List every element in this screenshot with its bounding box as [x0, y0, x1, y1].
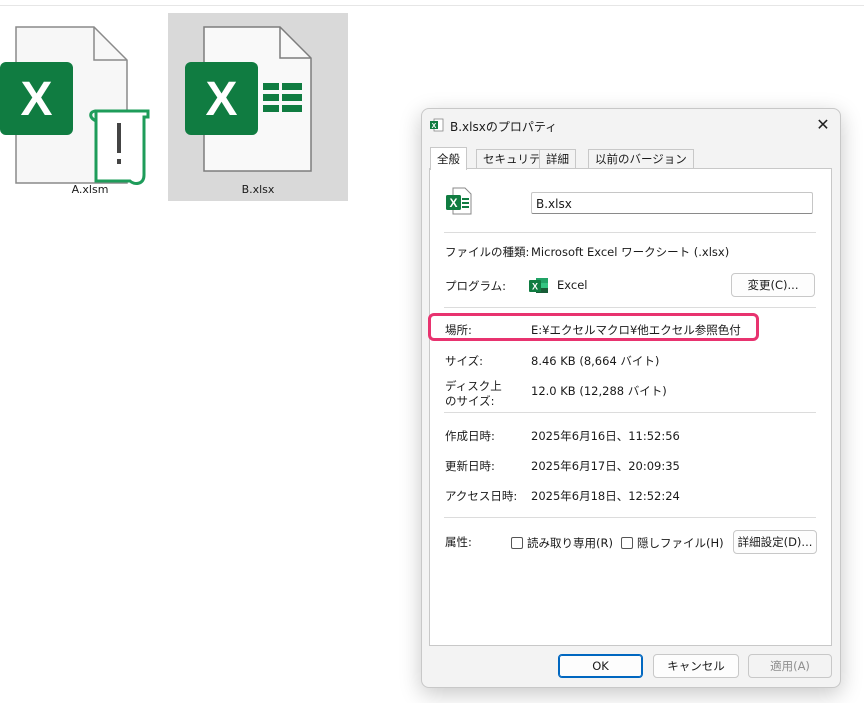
file-item-b-xlsx[interactable]: X B.xlsx: [168, 13, 348, 201]
excel-app-icon: X: [430, 118, 444, 132]
separator: [444, 517, 816, 518]
disk-size-label-line1: ディスク上: [445, 379, 502, 393]
accessed-label: アクセス日時:: [445, 489, 518, 503]
svg-text:X: X: [432, 123, 437, 130]
ok-button[interactable]: OK: [558, 654, 643, 678]
close-button[interactable]: ✕: [812, 114, 834, 136]
file-type-label: ファイルの種類:: [445, 245, 530, 259]
file-name: B.xlsx: [241, 183, 275, 196]
properties-dialog: X B.xlsxのプロパティ ✕ 全般 セキュリティ 詳細 以前のバージョン X…: [421, 108, 841, 688]
location-highlight-box: [428, 313, 759, 341]
created-value: 2025年6月16日、11:52:56: [531, 429, 680, 443]
excel-macro-file-icon: X: [0, 26, 150, 185]
readonly-checkbox[interactable]: [511, 537, 523, 549]
advanced-button[interactable]: 詳細設定(D)...: [733, 530, 817, 554]
readonly-label[interactable]: 読み取り専用(R): [527, 535, 613, 551]
size-value: 8.46 KB (8,664 バイト): [531, 354, 660, 368]
dialog-titlebar[interactable]: X B.xlsxのプロパティ ✕: [422, 109, 840, 141]
svg-text:X: X: [20, 73, 52, 126]
excel-app-icon: X: [529, 278, 548, 293]
svg-text:X: X: [205, 73, 237, 126]
svg-text:X: X: [449, 196, 457, 210]
excel-file-icon: X: [185, 26, 312, 172]
tab-previous-versions[interactable]: 以前のバージョン: [588, 149, 694, 169]
file-name: A.xlsm: [71, 183, 109, 196]
apply-button[interactable]: 適用(A): [748, 654, 832, 678]
separator: [444, 307, 816, 308]
disk-size-value: 12.0 KB (12,288 バイト): [531, 384, 667, 398]
size-label: サイズ:: [445, 354, 484, 368]
attributes-label: 属性:: [445, 535, 472, 549]
filename-input[interactable]: B.xlsx: [531, 192, 813, 214]
close-icon: ✕: [816, 115, 830, 134]
general-panel: X B.xlsx ファイルの種類: Microsoft Excel ワークシート…: [429, 168, 832, 646]
accessed-value: 2025年6月18日、12:52:24: [531, 489, 680, 503]
window-top-border: [0, 5, 864, 6]
cancel-button[interactable]: キャンセル: [653, 654, 739, 678]
program-label: プログラム:: [445, 279, 507, 293]
separator: [444, 412, 816, 413]
created-label: 作成日時:: [445, 429, 495, 443]
change-program-button[interactable]: 変更(C)...: [731, 273, 815, 297]
separator: [444, 232, 816, 233]
tab-details[interactable]: 詳細: [539, 149, 576, 169]
svg-text:X: X: [532, 282, 538, 292]
modified-value: 2025年6月17日、20:09:35: [531, 459, 680, 473]
program-value: Excel: [557, 278, 588, 292]
disk-size-label-line2: のサイズ:: [445, 394, 495, 408]
hidden-label[interactable]: 隠しファイル(H): [637, 535, 724, 551]
hidden-checkbox[interactable]: [621, 537, 633, 549]
file-type-value: Microsoft Excel ワークシート (.xlsx): [531, 245, 730, 259]
excel-file-icon: X: [446, 187, 472, 215]
file-item-a-xlsm[interactable]: X A.xlsm: [0, 13, 180, 201]
tab-general[interactable]: 全般: [430, 147, 467, 170]
modified-label: 更新日時:: [445, 459, 495, 473]
dialog-title: B.xlsxのプロパティ: [450, 120, 558, 134]
